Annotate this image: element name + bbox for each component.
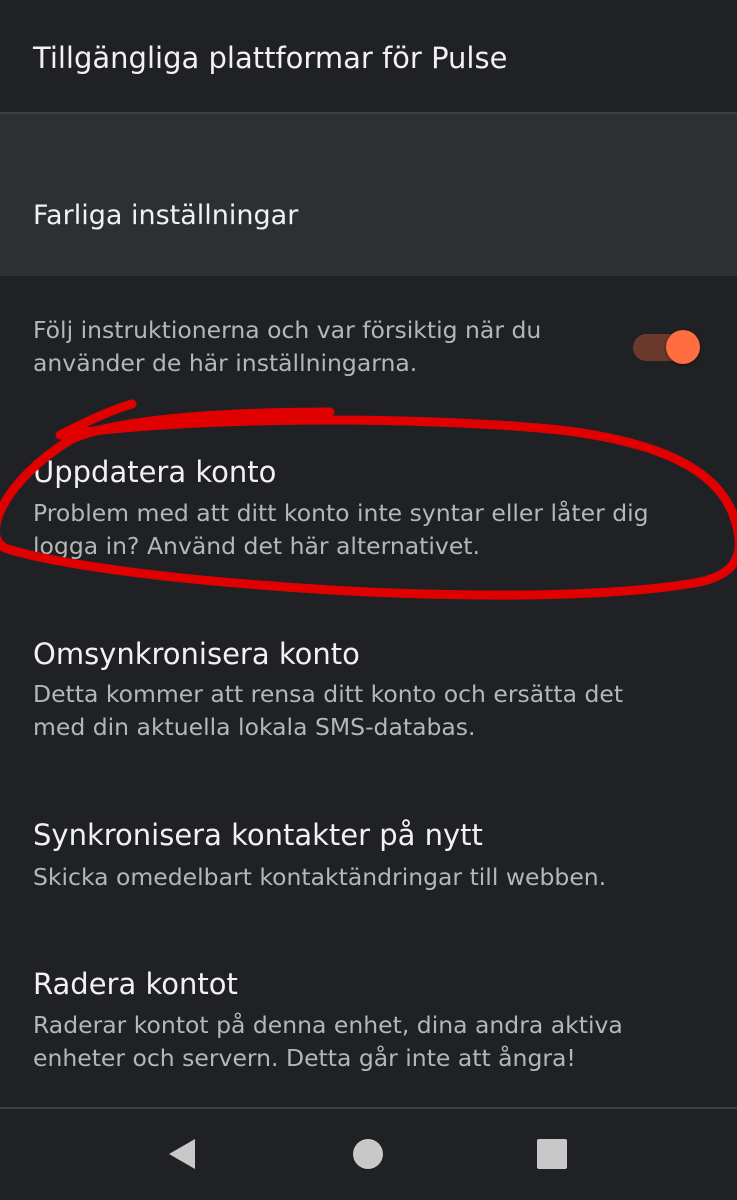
recents-button[interactable] (522, 1129, 582, 1179)
warning-summary-line-1: Följ instruktionerna och var försiktig n… (33, 316, 542, 344)
danger-settings-switch[interactable] (630, 330, 700, 364)
delete-account-summary: Raderar kontot på denna enhet, dina andr… (33, 1009, 713, 1075)
delete-account-summary-line-1: Raderar kontot på denna enhet, dina andr… (33, 1011, 623, 1039)
category-title: Farliga inställningar (33, 200, 299, 231)
update-account-summary-line-2: logga in? Använd det här alternativet. (33, 532, 480, 560)
update-account-summary: Problem med att ditt konto inte syntar e… (33, 497, 713, 563)
category-header (0, 114, 737, 276)
resync-contacts-title: Synkronisera kontakter på nytt (33, 818, 483, 852)
delete-account-title: Radera kontot (33, 967, 238, 1001)
warning-summary: Följ instruktionerna och var försiktig n… (33, 314, 623, 380)
home-button[interactable] (338, 1129, 398, 1179)
system-navigation-bar (0, 1109, 737, 1200)
update-account-title: Uppdatera konto (33, 455, 277, 489)
platforms-preference-title: Tillgängliga plattformar för Pulse (33, 41, 508, 75)
platforms-preference[interactable]: Tillgängliga plattformar för Pulse (0, 0, 737, 112)
update-account-summary-line-1: Problem med att ditt konto inte syntar e… (33, 499, 649, 527)
resync-account-summary: Detta kommer att rensa ditt konto och er… (33, 678, 713, 744)
home-circle-icon (353, 1139, 383, 1169)
switch-thumb (666, 330, 700, 364)
recents-square-icon (537, 1139, 567, 1169)
resync-account-summary-line-2: med din aktuella lokala SMS-databas. (33, 713, 476, 741)
delete-account-summary-line-2: enheter och servern. Detta går inte att … (33, 1044, 576, 1072)
resync-contacts-summary-line-1: Skicka omedelbart kontaktändringar till … (33, 863, 607, 891)
resync-contacts-summary: Skicka omedelbart kontaktändringar till … (33, 861, 713, 894)
resync-account-title: Omsynkronisera konto (33, 637, 360, 671)
back-button[interactable] (152, 1129, 212, 1179)
warning-summary-line-2: använder de här inställningarna. (33, 349, 418, 377)
resync-account-summary-line-1: Detta kommer att rensa ditt konto och er… (33, 680, 624, 708)
back-triangle-icon (169, 1139, 195, 1169)
